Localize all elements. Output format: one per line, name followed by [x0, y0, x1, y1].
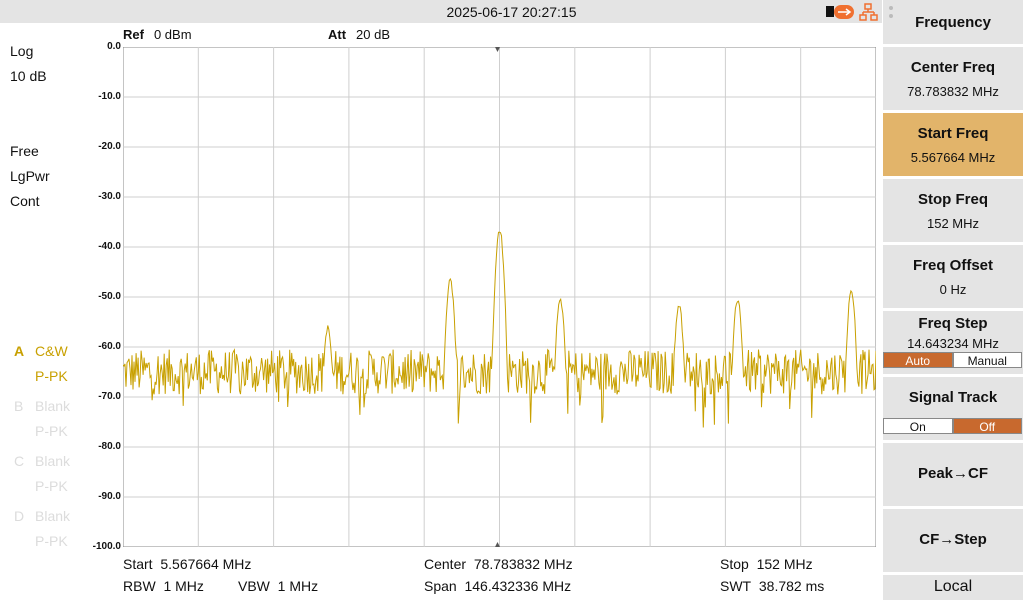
freq-step-auto-button[interactable]: Auto [883, 352, 953, 368]
menu-dots-icon [889, 6, 893, 18]
center-label: Center [424, 556, 467, 572]
trigger-mode: Free [10, 143, 39, 159]
peak-to-cf-softkey[interactable]: Peak→CF [883, 443, 1023, 506]
stop-info: Stop 152 MHz [720, 556, 813, 572]
status-icons [826, 3, 878, 21]
rbw-info: RBW 1 MHz [123, 578, 204, 594]
stop-freq-value: 152 MHz [926, 216, 980, 231]
y-tick-label: -90.0 [98, 491, 121, 502]
swt-value: 38.782 ms [758, 578, 825, 594]
network-icon [859, 3, 878, 21]
freq-step-value: 14.643234 MHz [907, 336, 999, 351]
signal-track-title: Signal Track [908, 389, 998, 406]
center-freq-title: Center Freq [910, 59, 996, 76]
center-info: Center 78.783832 MHz [424, 556, 573, 572]
stop-value: 152 MHz [756, 556, 813, 572]
swt-label: SWT [720, 578, 752, 594]
cf-to-step-label: CF→Step [919, 531, 987, 548]
spectrum-plot[interactable] [123, 47, 876, 547]
start-freq-value: 5.567664 MHz [910, 150, 996, 165]
start-value: 5.567664 MHz [160, 556, 252, 572]
signal-track-on-button[interactable]: On [883, 418, 953, 434]
trace-a-detect: P-PK [35, 368, 68, 384]
y-tick-label: -60.0 [98, 341, 121, 352]
sweep-mode: Cont [10, 193, 40, 209]
stop-label: Stop [720, 556, 749, 572]
battery-icon [826, 6, 834, 17]
rbw-label: RBW [123, 578, 156, 594]
vbw-info: VBW 1 MHz [238, 578, 318, 594]
freq-offset-softkey[interactable]: Freq Offset 0 Hz [883, 245, 1023, 308]
usb-network-icons [826, 3, 878, 21]
span-info: Span 146.432336 MHz [424, 578, 571, 594]
rbw-value: 1 MHz [163, 578, 204, 594]
local-label: Local [933, 578, 973, 595]
menu-title-text: Frequency [915, 14, 991, 31]
center-freq-softkey[interactable]: Center Freq 78.783832 MHz [883, 47, 1023, 110]
freq-offset-title: Freq Offset [912, 257, 993, 274]
detector-mode: LgPwr [10, 168, 50, 184]
trace-b-detect: P-PK [35, 423, 68, 439]
scale-div: 10 dB [10, 68, 47, 84]
swt-info: SWT 38.782 ms [720, 578, 824, 594]
att-value: 20 dB [356, 27, 391, 42]
signal-track-off-button[interactable]: Off [952, 418, 1022, 434]
signal-track-toggle: On Off [883, 418, 1022, 434]
start-info: Start 5.567664 MHz [123, 556, 251, 572]
menu-title: Frequency [883, 0, 1023, 44]
ref-value: 0 dBm [153, 27, 192, 42]
center-freq-value: 78.783832 MHz [907, 84, 999, 99]
stop-freq-softkey[interactable]: Stop Freq 152 MHz [883, 179, 1023, 242]
stop-freq-title: Stop Freq [918, 191, 988, 208]
y-tick-label: -30.0 [98, 191, 121, 202]
y-tick-label: 0.0 [107, 41, 121, 52]
trace-c-mode[interactable]: Blank [35, 453, 70, 469]
vbw-value: 1 MHz [277, 578, 319, 594]
ref-label: Ref [123, 27, 144, 42]
start-freq-title: Start Freq [917, 125, 989, 142]
cf-to-step-softkey[interactable]: CF→Step [883, 509, 1023, 572]
vbw-label: VBW [238, 578, 270, 594]
trace-b-letter[interactable]: B [14, 398, 23, 414]
att-label: Att [328, 27, 347, 42]
softkey-panel: Frequency Center Freq 78.783832 MHz Star… [882, 0, 1023, 600]
y-tick-label: -80.0 [98, 441, 121, 452]
center-value: 78.783832 MHz [473, 556, 573, 572]
freq-step-manual-button[interactable]: Manual [952, 352, 1022, 368]
y-tick-label: -40.0 [98, 241, 121, 252]
scale-type: Log [10, 43, 34, 59]
peak-to-cf-label: Peak→CF [917, 465, 989, 482]
local-indicator: Local [883, 575, 1023, 600]
start-freq-softkey[interactable]: Start Freq 5.567664 MHz [883, 113, 1023, 176]
trace-c-letter[interactable]: C [14, 453, 24, 469]
y-tick-label: -70.0 [98, 391, 121, 402]
freq-step-toggle: Auto Manual [883, 352, 1022, 368]
ref-level[interactable]: Ref 0 dBm [123, 27, 192, 42]
freq-offset-value: 0 Hz [939, 282, 967, 297]
y-tick-label: -20.0 [98, 141, 121, 152]
y-tick-label: -10.0 [98, 91, 121, 102]
trace-a-letter[interactable]: A [14, 343, 24, 359]
trace-d-letter[interactable]: D [14, 508, 24, 524]
span-value: 146.432336 MHz [464, 578, 572, 594]
attenuation[interactable]: Att 20 dB [328, 27, 390, 42]
start-label: Start [123, 556, 153, 572]
y-tick-label: -100.0 [92, 541, 121, 552]
span-label: Span [424, 578, 457, 594]
trace-d-mode[interactable]: Blank [35, 508, 70, 524]
freq-step-title: Freq Step [918, 315, 988, 332]
y-tick-label: -50.0 [98, 291, 121, 302]
